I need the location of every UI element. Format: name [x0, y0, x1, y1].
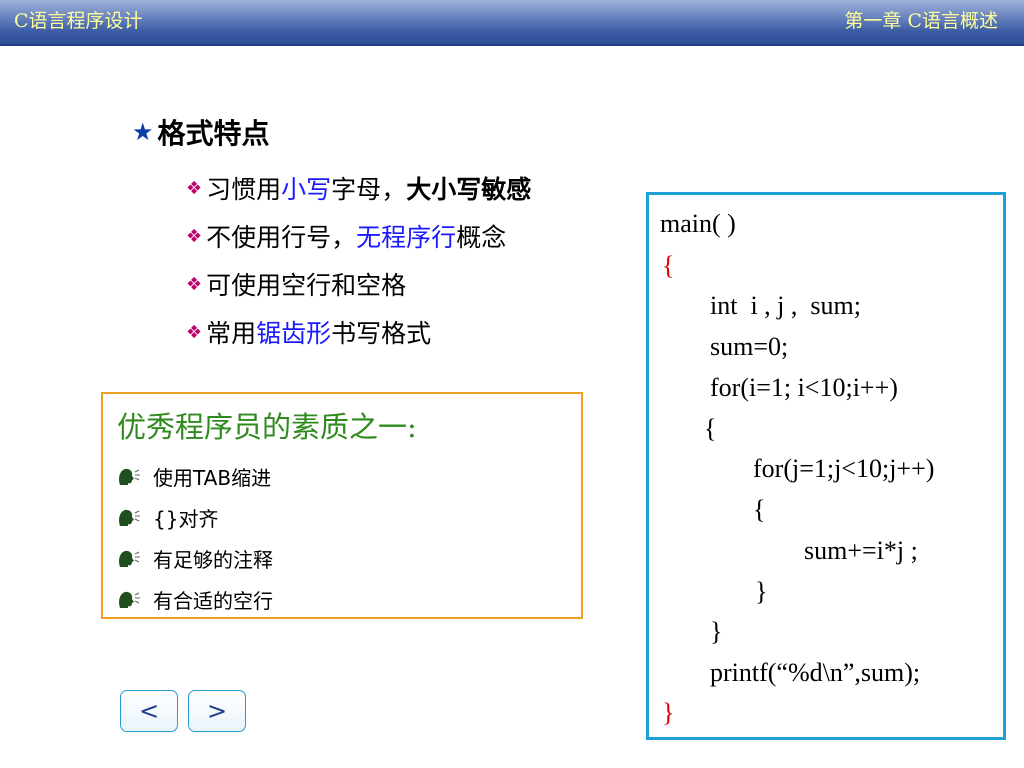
feature-highlight: 小写 — [281, 175, 332, 204]
quality-item: {}对齐 — [117, 497, 273, 538]
code-line: for(i=1; i<10;i++) — [710, 373, 898, 402]
feature-item-indentation: ❖ 常用 锯齿形 书写格式 — [186, 308, 531, 356]
section-heading-text: 格式特点 — [157, 117, 270, 150]
feature-highlight: 锯齿形 — [256, 319, 332, 348]
feature-text: 书写格式 — [331, 319, 432, 348]
feature-text: 常用 — [206, 319, 257, 348]
code-line: { — [753, 495, 766, 524]
quality-item: 有足够的注释 — [117, 538, 273, 579]
course-title: C语言程序设计 — [14, 10, 143, 32]
feature-emphasis: 大小写敏感 — [406, 175, 532, 204]
code-line: } — [710, 617, 723, 646]
feature-list: ❖ 习惯用 小写 字母，大小写敏感 ❖ 不使用行号，无程序行 概念 ❖ 可使用空行和空… — [186, 164, 531, 356]
speaking-head-icon — [117, 467, 141, 487]
star-icon: ★ — [132, 118, 154, 146]
code-line: sum+=i*j ; — [804, 536, 918, 565]
previous-slide-button[interactable]: < — [120, 690, 178, 732]
diamond-bullet-icon: ❖ — [186, 321, 203, 343]
speaking-head-icon — [117, 590, 141, 610]
quality-text: 有合适的空行 — [153, 589, 273, 613]
feature-text: 字母 — [331, 175, 382, 204]
code-line: } — [755, 577, 768, 606]
quality-item: 有合适的空行 — [117, 579, 273, 620]
code-line: main( ) — [660, 209, 736, 238]
qualities-list: 使用TAB缩进 {}对齐 有足够的注释 有合适的空行 — [117, 456, 273, 620]
code-line: { — [662, 251, 675, 280]
diamond-bullet-icon: ❖ — [186, 225, 203, 247]
speaking-head-icon — [117, 549, 141, 569]
feature-text: ， — [331, 223, 357, 252]
diamond-bullet-icon: ❖ — [186, 273, 203, 295]
feature-item-lowercase: ❖ 习惯用 小写 字母，大小写敏感 — [186, 164, 531, 212]
quality-item: 使用TAB缩进 — [117, 456, 273, 497]
feature-item-no-line-numbers: ❖ 不使用行号，无程序行 概念 — [186, 212, 531, 260]
code-line: int i , j , sum; — [710, 291, 861, 320]
quality-text: {}对齐 — [153, 507, 219, 531]
quality-text: 使用TAB缩进 — [153, 466, 272, 490]
diamond-bullet-icon: ❖ — [186, 177, 203, 199]
feature-item-blank-lines: ❖ 可使用空行和空格 — [186, 260, 531, 308]
code-line: printf(“%d\n”,sum); — [710, 658, 921, 687]
section-heading: ★ 格式特点 — [132, 112, 270, 152]
feature-text: 概念 — [456, 223, 507, 252]
feature-text: 不使用行号 — [206, 223, 332, 252]
code-example-box: main( ) { int i , j , sum; sum=0; for(i=… — [646, 192, 1006, 740]
code-line: for(j=1;j<10;j++) — [753, 454, 935, 483]
feature-text: 习惯用 — [206, 175, 282, 204]
chapter-title: 第一章 C语言概述 — [844, 10, 998, 32]
slide-header: C语言程序设计 第一章 C语言概述 — [0, 0, 1024, 46]
code-line: { — [704, 414, 717, 443]
feature-text: ， — [381, 175, 407, 204]
quality-text: 有足够的注释 — [153, 548, 273, 572]
code-line: sum=0; — [710, 332, 789, 361]
feature-highlight: 无程序行 — [356, 223, 457, 252]
speaking-head-icon — [117, 508, 141, 528]
code-line: } — [662, 698, 675, 727]
next-slide-button[interactable]: > — [188, 690, 246, 732]
programmer-qualities-box: 优秀程序员的素质之一: 使用TAB缩进 {}对齐 有足够的注释 有合适的空行 — [101, 392, 583, 619]
qualities-title: 优秀程序员的素质之一: — [117, 410, 417, 444]
feature-text: 可使用空行和空格 — [206, 271, 407, 300]
